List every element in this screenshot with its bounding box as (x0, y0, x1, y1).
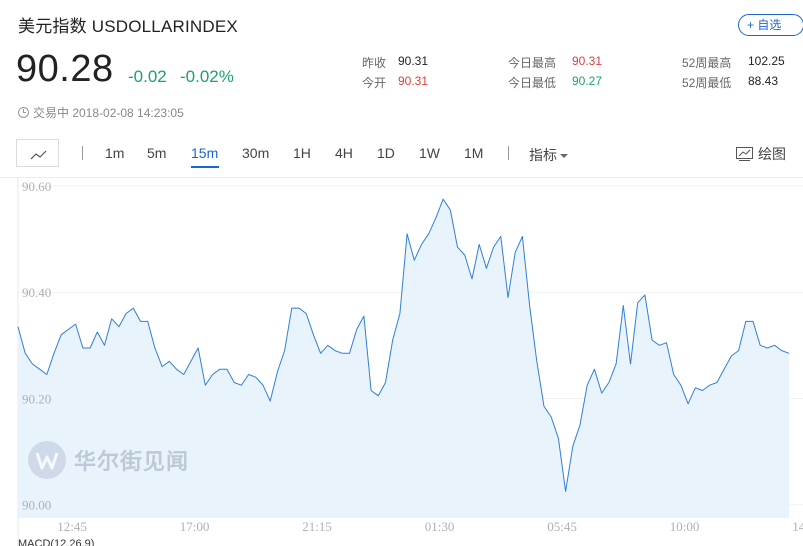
timeframe-30m[interactable]: 30m (242, 145, 269, 161)
trading-status-text: 交易中 2018-02-08 14:23:05 (33, 106, 184, 120)
indicator-dropdown[interactable]: 指标 (529, 145, 568, 165)
trading-status: 交易中 2018-02-08 14:23:05 (18, 104, 184, 121)
stat-open: 今开 (362, 74, 386, 91)
x-axis: 12:45 17:00 21:15 01:30 05:45 10:00 14:15 (57, 519, 803, 534)
timeframe-1d[interactable]: 1D (377, 145, 395, 161)
stat-day-high: 今日最高 (508, 54, 556, 71)
stat-prev-close: 昨收 (362, 54, 386, 71)
x-tick-label: 05:45 (547, 519, 577, 534)
timeframe-1m[interactable]: 1m (105, 145, 124, 161)
drawing-chart-icon (736, 147, 753, 161)
stat-label: 今日最高 (508, 56, 557, 70)
x-tick-label: 14:15 (792, 519, 803, 534)
indicator-label: 指标 (529, 147, 557, 163)
stat-value: 90.31 (398, 54, 429, 68)
draw-button[interactable]: 绘图 (736, 144, 786, 164)
stat-value: 90.31 (572, 54, 603, 68)
watermark-text: 华尔街见闻 (74, 449, 190, 475)
watermark: 华尔街见闻 (28, 441, 189, 479)
y-tick-label: 90.00 (22, 498, 51, 513)
stat-label: 昨收 (362, 56, 387, 70)
timeframe-15m[interactable]: 15m (191, 145, 218, 161)
y-tick-label: 90.60 (22, 179, 51, 194)
clock-icon (18, 107, 29, 118)
price-change: -0.02 (128, 67, 167, 86)
x-tick-label: 21:15 (302, 519, 332, 534)
stat-label: 52周最高 (682, 56, 732, 70)
y-tick-label: 90.20 (22, 391, 51, 406)
stat-label: 今日最低 (508, 76, 557, 90)
caret-down-icon (560, 154, 568, 158)
active-timeframe-underline (191, 166, 219, 168)
current-price: 90.28 (16, 48, 114, 90)
page-title: 美元指数 USDOLLARINDEX (18, 17, 238, 36)
stat-day-high-value: 90.31 (572, 54, 602, 68)
stat-label: 52周最低 (682, 76, 732, 90)
price-chart[interactable]: 90.60 90.40 90.20 90.00 12:45 17:00 21:15 01:3… (0, 178, 803, 546)
timeframe-1mo[interactable]: 1M (464, 145, 483, 161)
stat-52wk-low: 52周最低 (682, 74, 731, 91)
timeframe-1h[interactable]: 1H (293, 145, 311, 161)
stat-day-low-value: 90.27 (572, 74, 602, 88)
toolbar-separator (82, 146, 83, 160)
add-watchlist-button[interactable]: + 自选 (738, 14, 803, 36)
wallstreetcn-logo-icon (28, 441, 66, 479)
x-tick-label: 12:45 (57, 519, 87, 534)
timeframe-1w[interactable]: 1W (419, 145, 440, 161)
line-chart-icon (30, 150, 47, 160)
toolbar-separator (508, 146, 509, 160)
y-tick-label: 90.40 (22, 285, 51, 300)
stat-value: 90.27 (572, 74, 603, 88)
macd-label: MACD(12,26,9) (18, 538, 95, 546)
stat-day-low: 今日最低 (508, 74, 556, 91)
timeframe-5m[interactable]: 5m (147, 145, 166, 161)
timeframe-4h[interactable]: 4H (335, 145, 353, 161)
stat-value: 102.25 (748, 54, 785, 68)
stat-prev-close-value: 90.31 (398, 54, 428, 68)
stat-open-value: 90.31 (398, 74, 428, 88)
stat-52wk-low-value: 88.43 (748, 74, 778, 88)
x-tick-label: 10:00 (670, 519, 700, 534)
draw-label: 绘图 (758, 146, 786, 162)
chart-toolbar: 1m 5m 15m 30m 1H 4H 1D 1W 1M 指标 绘图 (16, 139, 803, 169)
chart-type-button[interactable] (16, 139, 59, 167)
x-tick-label: 17:00 (180, 519, 210, 534)
stat-52wk-high: 52周最高 (682, 54, 731, 71)
price-change-percent: -0.02% (180, 67, 234, 86)
x-tick-label: 01:30 (425, 519, 455, 534)
stat-52wk-high-value: 102.25 (748, 54, 785, 68)
stat-label: 今开 (362, 76, 387, 90)
stat-value: 90.31 (398, 74, 429, 88)
stat-value: 88.43 (748, 74, 779, 88)
